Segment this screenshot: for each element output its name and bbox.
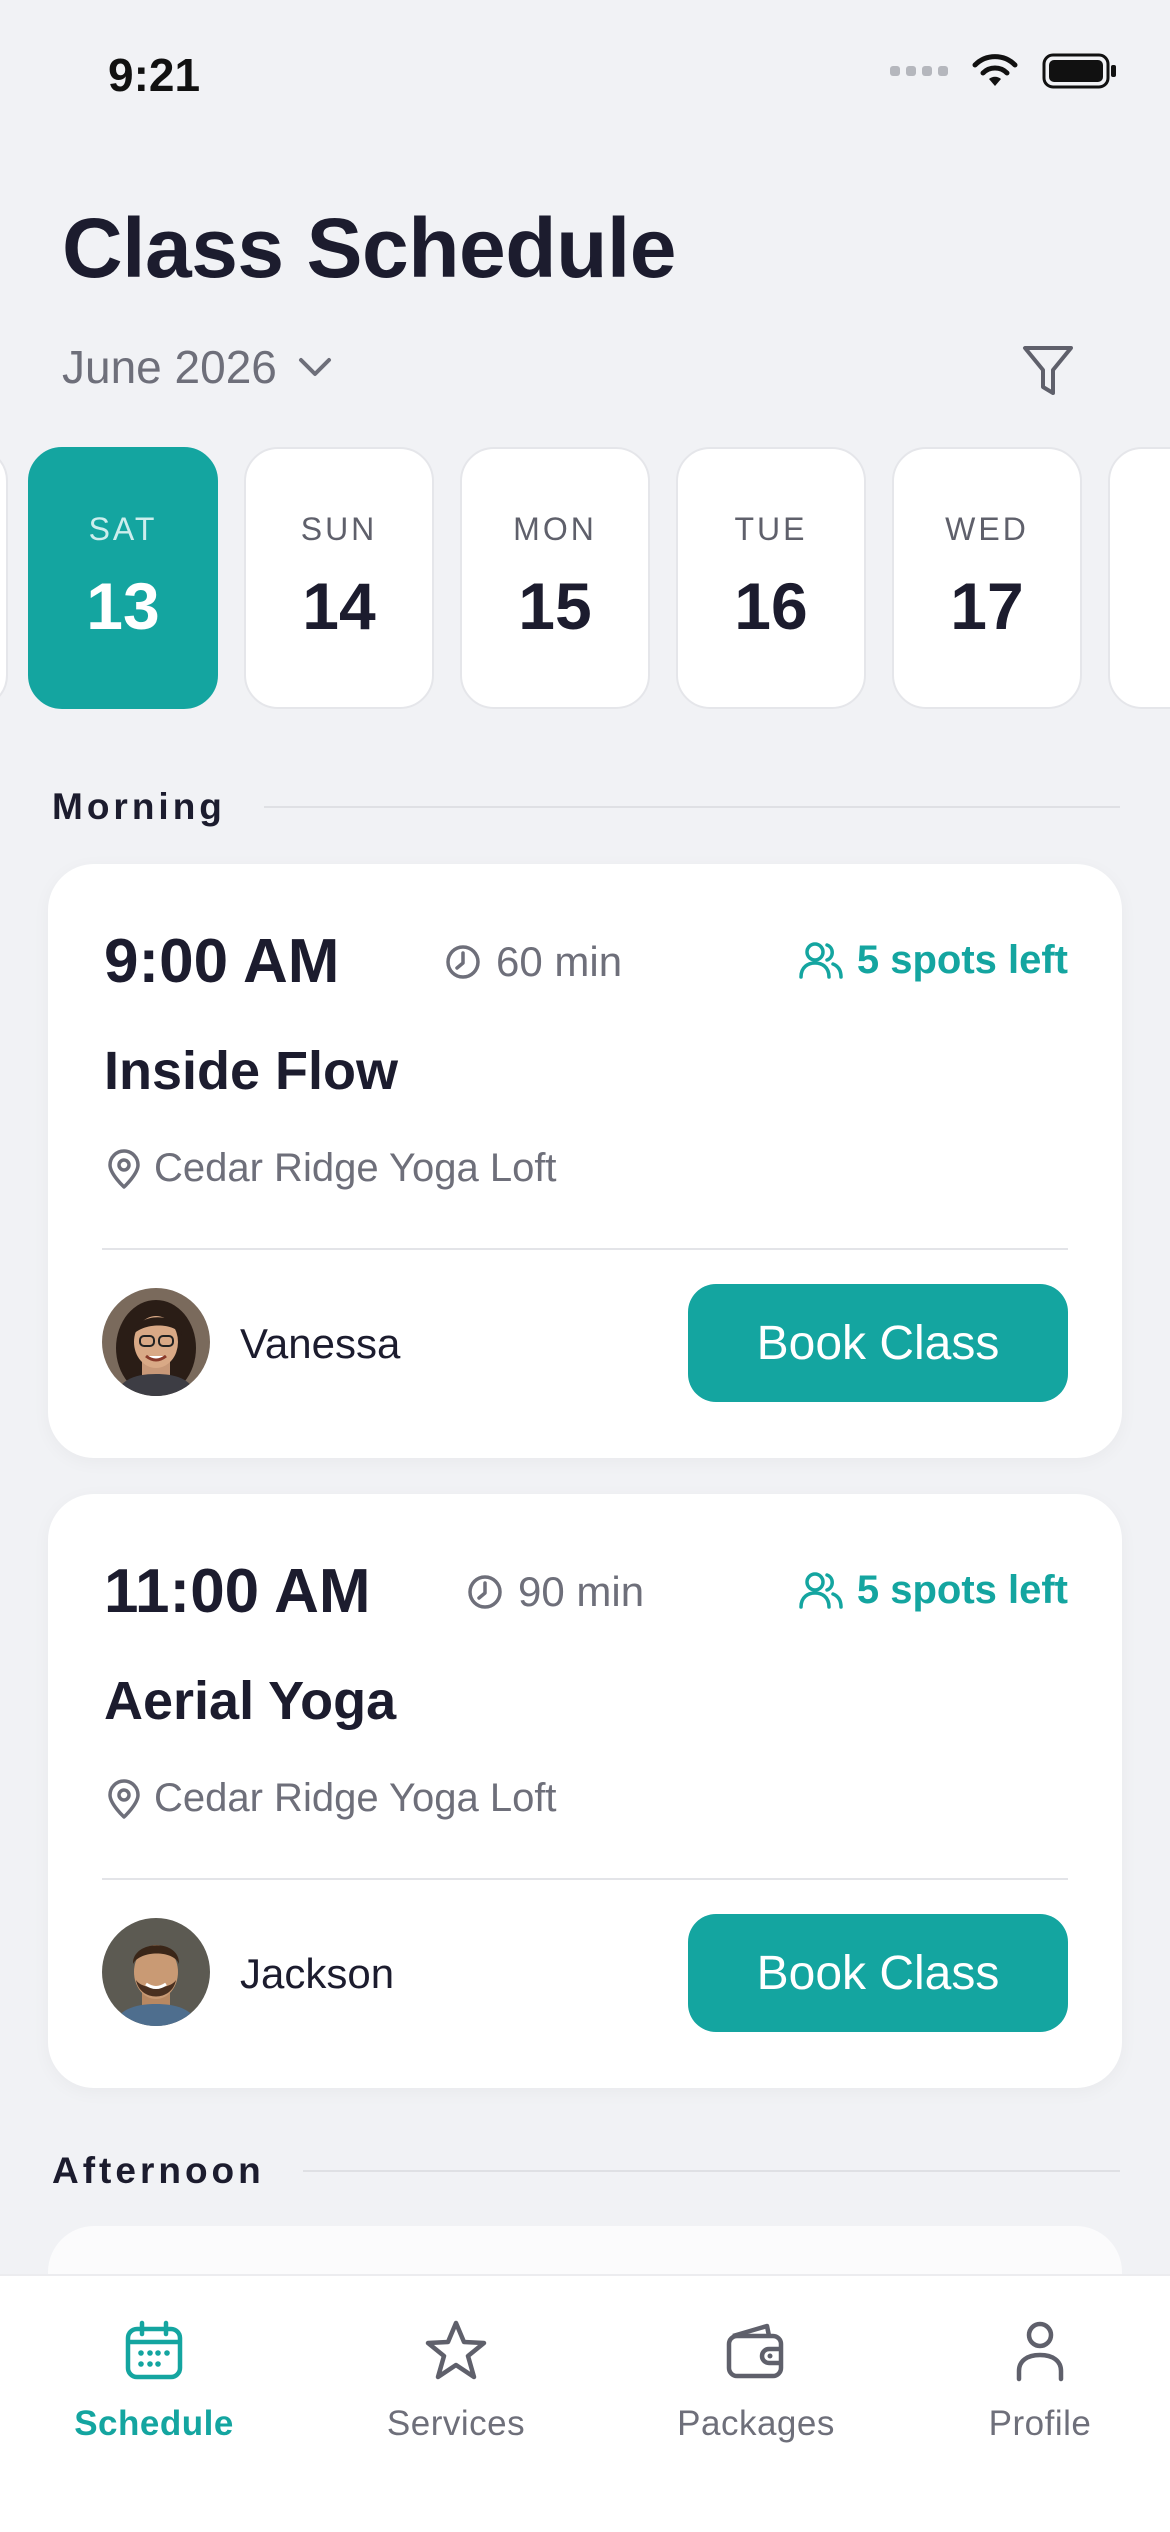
book-class-button[interactable]: Book Class xyxy=(688,1284,1068,1402)
class-location: Cedar Ridge Yoga Loft xyxy=(104,1776,557,1821)
class-card[interactable]: 9:00 AM 60 min 5 spots left Inside Flow … xyxy=(48,864,1122,1458)
class-duration: 60 min xyxy=(444,938,622,986)
spots-text: 5 spots left xyxy=(856,938,1068,982)
section-divider xyxy=(263,806,1120,808)
cellular-signal-icon xyxy=(890,66,948,76)
tab-label: Schedule xyxy=(74,2404,234,2443)
calendar-icon xyxy=(119,2316,189,2386)
section-header-afternoon: Afternoon xyxy=(52,2150,1120,2192)
star-icon xyxy=(421,2316,491,2386)
battery-icon xyxy=(1042,53,1116,89)
tab-label: Packages xyxy=(677,2404,835,2443)
tab-label: Services xyxy=(386,2404,526,2443)
filter-button[interactable] xyxy=(1018,342,1078,402)
status-time: 9:21 xyxy=(108,49,201,101)
tab-packages[interactable]: Packages xyxy=(676,2316,836,2444)
chevron-down-icon xyxy=(298,358,331,376)
class-name: Inside Flow xyxy=(104,1041,399,1101)
person-icon xyxy=(1005,2316,1075,2386)
date-weekday: SUN xyxy=(300,511,378,547)
date-card-wed-17[interactable]: WED 17 xyxy=(892,447,1082,709)
instructor-name: Vanessa xyxy=(240,1320,401,1367)
class-time: 11:00 AM xyxy=(104,1557,371,1626)
date-day: 15 xyxy=(518,569,592,643)
location-text: Cedar Ridge Yoga Loft xyxy=(154,1776,557,1820)
wifi-icon xyxy=(972,54,1018,86)
spots-left: 5 spots left xyxy=(799,938,1068,983)
avatar xyxy=(102,1288,210,1396)
duration-text: 90 min xyxy=(518,1568,645,1615)
date-card-partial-next[interactable] xyxy=(1108,447,1170,709)
section-label: Morning xyxy=(52,786,226,827)
tab-label: Profile xyxy=(988,2404,1092,2443)
tab-bar: Schedule Services Packages Profile xyxy=(0,2274,1170,2532)
class-location: Cedar Ridge Yoga Loft xyxy=(104,1146,557,1191)
spots-text: 5 spots left xyxy=(856,1568,1068,1612)
clock-icon xyxy=(446,945,480,979)
date-day: 14 xyxy=(302,569,376,643)
avatar xyxy=(102,1918,210,2026)
date-card-sun-14[interactable]: SUN 14 xyxy=(244,447,434,709)
date-card-sat-13[interactable]: SAT 13 xyxy=(28,447,218,709)
tab-profile[interactable]: Profile xyxy=(960,2316,1120,2444)
filter-icon xyxy=(1023,346,1073,395)
date-strip[interactable]: SAT 13 SUN 14 MON 15 TUE 16 WED 17 xyxy=(0,447,1170,711)
class-card[interactable]: 11:00 AM 90 min 5 spots left Aerial Yoga… xyxy=(48,1494,1122,2088)
date-day: 17 xyxy=(950,569,1024,643)
class-time: 9:00 AM xyxy=(104,927,340,996)
location-text: Cedar Ridge Yoga Loft xyxy=(154,1146,557,1190)
card-divider xyxy=(102,1878,1068,1880)
date-card-tue-16[interactable]: TUE 16 xyxy=(676,447,866,709)
spots-left: 5 spots left xyxy=(799,1568,1068,1613)
wallet-icon xyxy=(721,2316,791,2386)
section-header-morning: Morning xyxy=(52,786,1120,828)
clock-icon xyxy=(468,1575,502,1609)
month-label: June 2026 xyxy=(62,341,277,393)
date-card-mon-15[interactable]: MON 15 xyxy=(460,447,650,709)
card-divider xyxy=(102,1248,1068,1250)
tab-schedule[interactable]: Schedule xyxy=(74,2316,234,2444)
page-title: Class Schedule xyxy=(62,201,676,295)
class-name: Aerial Yoga xyxy=(104,1671,397,1731)
section-label: Afternoon xyxy=(52,2150,265,2191)
book-class-button[interactable]: Book Class xyxy=(688,1914,1068,2032)
date-weekday: MON xyxy=(513,511,597,547)
date-weekday: SAT xyxy=(88,511,158,547)
status-bar: 9:21 xyxy=(0,0,1170,150)
location-pin-icon xyxy=(108,1148,140,1189)
location-pin-icon xyxy=(108,1778,140,1819)
instructor-name: Jackson xyxy=(240,1950,395,1997)
date-weekday: WED xyxy=(945,511,1029,547)
people-icon xyxy=(799,941,843,979)
date-card-partial-prev[interactable] xyxy=(0,447,8,709)
section-divider xyxy=(302,2170,1120,2172)
status-icons xyxy=(890,52,1118,90)
duration-text: 60 min xyxy=(496,938,623,985)
class-duration: 90 min xyxy=(466,1568,644,1616)
people-icon xyxy=(799,1571,843,1609)
date-day: 16 xyxy=(734,569,808,643)
date-day: 13 xyxy=(86,569,160,643)
month-selector[interactable]: June 2026 xyxy=(62,340,333,394)
tab-services[interactable]: Services xyxy=(376,2316,536,2444)
date-weekday: TUE xyxy=(734,511,808,547)
